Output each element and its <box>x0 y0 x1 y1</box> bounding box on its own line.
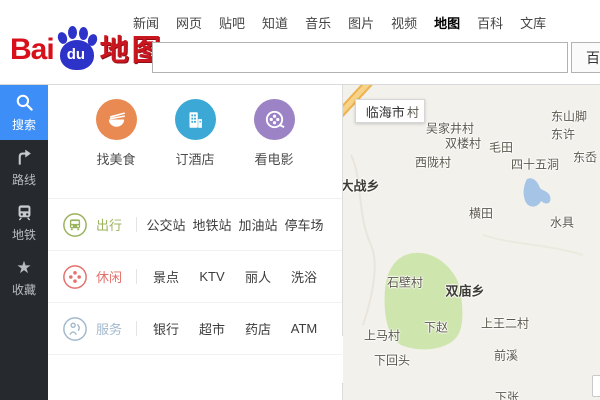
category-item[interactable]: 景点 <box>143 267 189 286</box>
lake-area <box>523 178 551 207</box>
logo-bai-text: Bai <box>10 33 55 66</box>
shortcut-find-food[interactable]: 找美食 <box>90 99 142 198</box>
category-item[interactable]: 地铁站 <box>189 215 235 234</box>
map-label: 东山脚 <box>550 109 588 124</box>
category-item[interactable]: 公交站 <box>143 215 189 234</box>
category-row-travel: 出行 公交站 地铁站 加油站 停车场 <box>48 199 342 251</box>
nav-link-images[interactable]: 图片 <box>348 13 374 32</box>
shortcut-label: 看电影 <box>254 152 294 167</box>
nav-link-web[interactable]: 网页 <box>176 13 202 32</box>
sidebar: 搜索路线地铁 ★ 收藏 <box>0 85 48 400</box>
map-label: 上马村 <box>363 328 401 343</box>
route-icon <box>14 148 34 168</box>
map-label: 村 <box>406 105 420 120</box>
header: Bai du 地图 新闻网页贴吧知道音乐图片视频地图百科文库 百度一下 <box>0 0 600 85</box>
category-label-service[interactable]: 服务 <box>96 319 128 338</box>
map-label: 毛田 <box>488 140 514 155</box>
top-nav: 新闻 网页 贴吧 知道 音乐 图片 视频 地图 百科 文库 <box>133 13 546 32</box>
search-icon <box>14 93 34 113</box>
service-icon <box>62 316 88 342</box>
baidu-maps-page: Bai du 地图 新闻网页贴吧知道音乐图片视频地图百科文库 百度一下 搜索路线… <box>0 0 600 400</box>
logo-du-text: du <box>66 46 86 63</box>
divider <box>136 269 137 284</box>
divider <box>136 217 137 232</box>
movie-icon <box>253 99 295 140</box>
map-label: 前溪 <box>493 348 519 363</box>
map-label: 石壁村 <box>386 275 424 290</box>
travel-icon <box>62 212 88 238</box>
category-item[interactable]: 丽人 <box>235 267 281 286</box>
nav-link-wenku[interactable]: 文库 <box>520 13 546 32</box>
sidebar-item-label: 路线 <box>11 172 36 187</box>
category-rows: 出行 公交站 地铁站 加油站 停车场 休闲 景点 KTV 丽人 洗浴 服务 银行 超市 药店 ATM <box>48 199 342 355</box>
map-label: 东岙 <box>572 150 598 165</box>
sidebar-item-label: 地铁 <box>11 227 36 242</box>
category-item[interactable]: 加油站 <box>235 215 281 234</box>
category-item[interactable]: 停车场 <box>281 215 327 234</box>
category-label-leisure[interactable]: 休闲 <box>96 267 128 286</box>
city-selector-label: 临海市 <box>365 104 405 120</box>
search-input[interactable] <box>152 42 568 73</box>
map-label: 下回头 <box>373 353 411 368</box>
search-bar: 百度一下 <box>152 42 600 73</box>
nav-link-baike[interactable]: 百科 <box>477 13 503 32</box>
map-label: 上王二村 <box>480 316 530 331</box>
map-label: 下赵 <box>423 320 449 335</box>
hotel-icon <box>174 99 216 140</box>
sidebar-item-search[interactable]: 搜索 <box>0 85 48 140</box>
category-row-leisure: 休闲 景点 KTV 丽人 洗浴 <box>48 251 342 303</box>
sidebar-item-favorites[interactable]: ★ 收藏 <box>0 250 48 305</box>
food-icon <box>95 99 137 140</box>
map-label: 大战乡 <box>343 178 380 194</box>
search-panel: 找美食 订酒店 看电影 出行 公交站 地铁站 加油站 停车场 休闲 景点 KTV 丽人 洗浴 服务 银行超… <box>48 85 357 400</box>
nav-link-zhidao[interactable]: 知道 <box>262 13 288 32</box>
nav-link-map[interactable]: 地图 <box>434 13 460 32</box>
baidu-maps-logo[interactable]: Bai du 地图 <box>10 26 164 72</box>
map-label: 双楼村 <box>444 136 482 151</box>
category-label-travel[interactable]: 出行 <box>96 215 128 234</box>
map-label: 水具 <box>549 215 575 230</box>
map-label: 双庙乡 <box>445 283 485 299</box>
map-label: 东许 <box>550 127 576 142</box>
baidu-paw-icon: du <box>55 26 99 72</box>
map-label: 西陇村 <box>414 155 452 170</box>
category-row-service: 服务 银行 超市 药店 ATM <box>48 303 342 355</box>
map-control-partial[interactable] <box>592 375 600 397</box>
shortcut-watch-movie[interactable]: 看电影 <box>248 99 300 198</box>
map-canvas[interactable]: 临海市 ▾ 村吴家井村 双楼村 毛田 西陇村 东山脚 东许 四十五洞 东岙 大战乡 横田 水具 石壁村… <box>343 85 600 400</box>
sidebar-item-subway[interactable]: 地铁 <box>0 195 48 250</box>
category-item[interactable]: 药店 <box>235 319 281 338</box>
nav-link-news[interactable]: 新闻 <box>133 13 159 32</box>
shortcut-label: 找美食 <box>96 152 136 167</box>
category-item[interactable]: 超市 <box>189 319 235 338</box>
category-item[interactable]: 洗浴 <box>281 267 327 286</box>
category-item[interactable]: KTV <box>189 269 235 284</box>
map-label: 横田 <box>468 206 494 221</box>
leisure-icon <box>62 264 88 290</box>
search-button[interactable]: 百度一下 <box>571 42 600 73</box>
sidebar-item-routes[interactable]: 路线 <box>0 140 48 195</box>
category-item[interactable]: 银行 <box>143 319 189 338</box>
category-item[interactable]: ATM <box>281 321 327 336</box>
map-label: 四十五洞 <box>510 157 560 172</box>
nav-link-tieba[interactable]: 贴吧 <box>219 13 245 32</box>
map-label: 下张 <box>494 390 520 400</box>
shortcuts: 找美食 订酒店 看电影 <box>48 85 342 199</box>
shortcut-book-hotel[interactable]: 订酒店 <box>169 99 221 198</box>
nav-link-music[interactable]: 音乐 <box>305 13 331 32</box>
sidebar-item-label: 收藏 <box>11 282 36 297</box>
sidebar-item-label: 搜索 <box>11 117 36 132</box>
subway-icon <box>14 203 34 223</box>
shortcut-label: 订酒店 <box>175 152 215 167</box>
nav-link-video[interactable]: 视频 <box>391 13 417 32</box>
divider <box>136 321 137 336</box>
star-icon: ★ <box>16 258 32 277</box>
